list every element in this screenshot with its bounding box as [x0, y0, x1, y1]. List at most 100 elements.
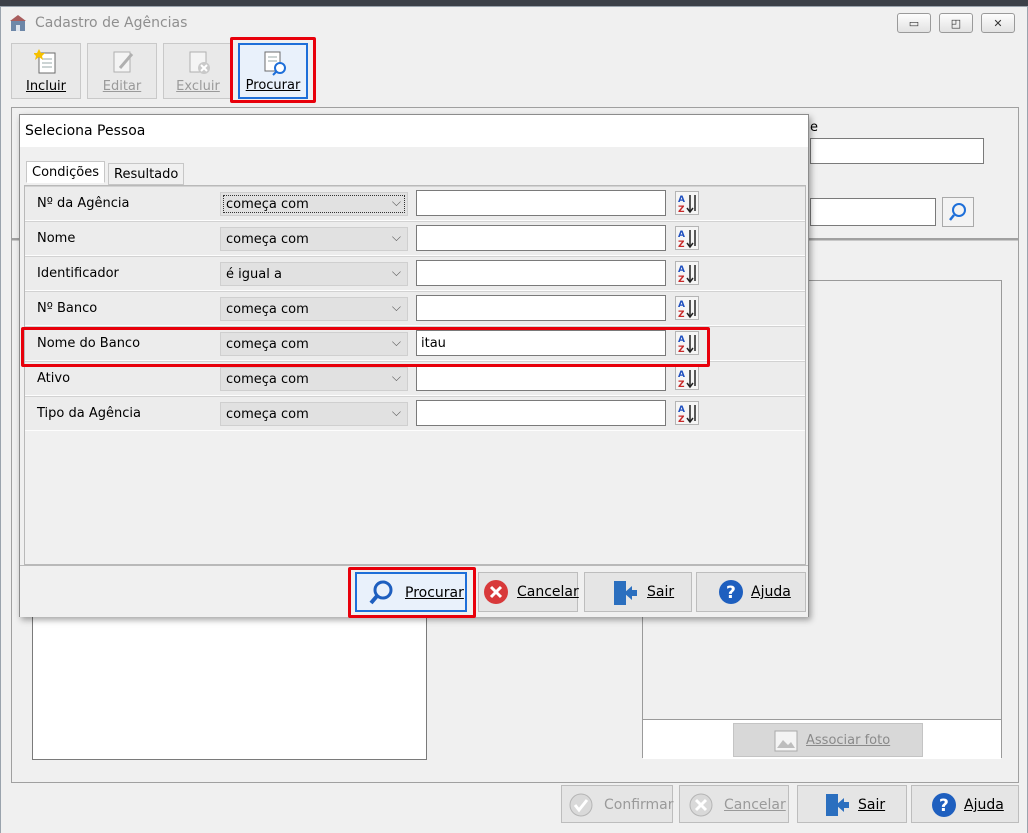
minimize-icon: ▭	[908, 16, 920, 30]
restore-icon: ◰	[950, 16, 962, 30]
condition-value-input[interactable]	[416, 190, 666, 216]
condition-value-input[interactable]	[416, 260, 666, 286]
operator-select[interactable]: começa com ⌵	[220, 192, 408, 216]
dialog-title: Seleciona Pessoa	[25, 123, 146, 139]
tab-condicoes[interactable]: Condições	[26, 161, 106, 183]
procurar-toolbar-button[interactable]: Procurar	[238, 43, 308, 99]
chevron-down-icon: ⌵	[391, 230, 401, 244]
condition-row: Nº da Agência começa com ⌵ A Z	[25, 186, 805, 221]
condition-value-field[interactable]	[417, 401, 665, 425]
ajuda-button[interactable]: ? Ajuda	[911, 785, 1019, 823]
condition-value-field[interactable]	[417, 366, 665, 390]
seleciona-pessoa-dialog: Seleciona Pessoa Condições Resultado Nº …	[19, 114, 809, 618]
svg-text:?: ?	[939, 796, 949, 816]
sort-az-icon: AZ	[678, 405, 696, 425]
ajuda-label: Ajuda	[964, 797, 1004, 813]
operator-value: começa com	[226, 197, 309, 212]
chevron-down-icon: ⌵	[391, 370, 401, 384]
condition-value-field[interactable]	[417, 226, 665, 250]
operator-select[interactable]: começa com ⌵	[220, 402, 408, 426]
condition-value-input[interactable]	[416, 400, 666, 426]
editar-label: Editar	[102, 79, 142, 94]
dialog-title-bar: Seleciona Pessoa	[20, 115, 808, 147]
condition-value-field[interactable]	[417, 261, 665, 285]
condition-row: Nome começa com ⌵ A Z	[25, 221, 805, 256]
new-document-icon	[34, 49, 56, 74]
conditions-grid: Nº da Agência começa com ⌵ A Z Nome começa com…	[24, 185, 806, 565]
sort-az-icon: AZ	[678, 370, 696, 390]
background-lookup-input[interactable]	[810, 198, 936, 226]
svg-text:A: A	[678, 230, 685, 240]
sair-label: Sair	[858, 797, 886, 813]
procurar-dialog-button[interactable]: Procurar	[355, 572, 467, 612]
sair-button[interactable]: Sair	[797, 785, 907, 823]
excluir-button[interactable]: Excluir	[163, 43, 233, 99]
image-icon	[774, 730, 798, 752]
window-title: Cadastro de Agências	[35, 15, 188, 31]
close-button[interactable]: ✕	[981, 13, 1015, 33]
left-list[interactable]	[32, 610, 427, 760]
title-bar: Cadastro de Agências ▭ ◰ ✕	[1, 7, 1027, 39]
sort-order-button[interactable]: AZ	[675, 191, 699, 215]
lookup-button[interactable]	[942, 197, 974, 227]
ajuda-dialog-button[interactable]: ? Ajuda	[696, 572, 806, 612]
sort-order-button[interactable]: AZ	[675, 296, 699, 320]
middle-area	[426, 610, 641, 760]
edit-document-icon	[113, 51, 134, 73]
confirmar-label: Confirmar	[604, 797, 674, 813]
excluir-label: Excluir	[176, 79, 220, 94]
sair-dialog-button[interactable]: Sair	[584, 572, 692, 612]
operator-select[interactable]: começa com ⌵	[220, 297, 408, 321]
sort-order-button[interactable]: AZ	[675, 401, 699, 425]
svg-text:Z: Z	[678, 380, 685, 389]
svg-text:A: A	[678, 195, 685, 205]
operator-select[interactable]: começa com ⌵	[220, 227, 408, 251]
svg-text:Z: Z	[678, 310, 685, 319]
condition-field-label: Ativo	[37, 371, 71, 386]
condition-field-label: Identificador	[37, 266, 119, 281]
condition-field-label: Tipo da Agência	[37, 406, 141, 421]
operator-select[interactable]: começa com ⌵	[220, 367, 408, 391]
condition-row: Tipo da Agência começa com ⌵ A Z	[25, 396, 805, 431]
condition-value-input[interactable]	[416, 225, 666, 251]
sort-order-button[interactable]: AZ	[675, 261, 699, 285]
nome-do-banco-highlight	[21, 327, 710, 367]
operator-value: começa com	[226, 372, 309, 387]
operator-select[interactable]: é igual a ⌵	[220, 262, 408, 286]
dialog-footer: Procurar Cancelar Sair ? Ajuda	[20, 565, 808, 618]
sort-az-icon: AZ	[678, 195, 696, 215]
editar-button[interactable]: Editar	[87, 43, 157, 99]
cancelar-disabled-button[interactable]: Cancelar	[679, 785, 789, 823]
maximize-button[interactable]: ◰	[939, 13, 973, 33]
tab-resultado[interactable]: Resultado	[108, 163, 185, 185]
ajuda-dialog-label: Ajuda	[751, 584, 791, 600]
exit-door-icon	[826, 794, 849, 816]
condition-value-field[interactable]	[417, 296, 665, 320]
incluir-button[interactable]: Incluir	[11, 43, 81, 99]
svg-text:A: A	[678, 300, 685, 310]
bottom-bar: Confirmar Cancelar Sair ? Ajuda	[1, 783, 1027, 833]
operator-value: começa com	[226, 232, 309, 247]
sort-az-icon: AZ	[678, 265, 696, 285]
sort-order-button[interactable]: AZ	[675, 226, 699, 250]
background-input[interactable]	[810, 138, 984, 164]
svg-text:Z: Z	[678, 275, 685, 284]
search-icon	[369, 580, 393, 605]
condition-row: Identificador é igual a ⌵ A Z	[25, 256, 805, 291]
operator-value: começa com	[226, 407, 309, 422]
confirmar-button[interactable]: Confirmar	[561, 785, 674, 823]
cancelar-dialog-button[interactable]: Cancelar	[478, 572, 579, 612]
tab-condicoes-label: Condições	[32, 165, 100, 180]
condition-value-field[interactable]	[417, 191, 665, 215]
sort-order-button[interactable]: AZ	[675, 366, 699, 390]
minimize-button[interactable]: ▭	[897, 13, 931, 33]
condition-value-input[interactable]	[416, 365, 666, 391]
condition-value-input[interactable]	[416, 295, 666, 321]
cancelar-label: Cancelar	[724, 797, 786, 813]
condition-field-label: Nº da Agência	[37, 196, 130, 211]
sort-az-icon: AZ	[678, 230, 696, 250]
search-document-icon	[264, 51, 286, 76]
svg-text:Z: Z	[678, 415, 685, 424]
associar-foto-button[interactable]: Associar foto	[733, 723, 923, 757]
condition-row: Nº Banco começa com ⌵ A Z	[25, 291, 805, 326]
